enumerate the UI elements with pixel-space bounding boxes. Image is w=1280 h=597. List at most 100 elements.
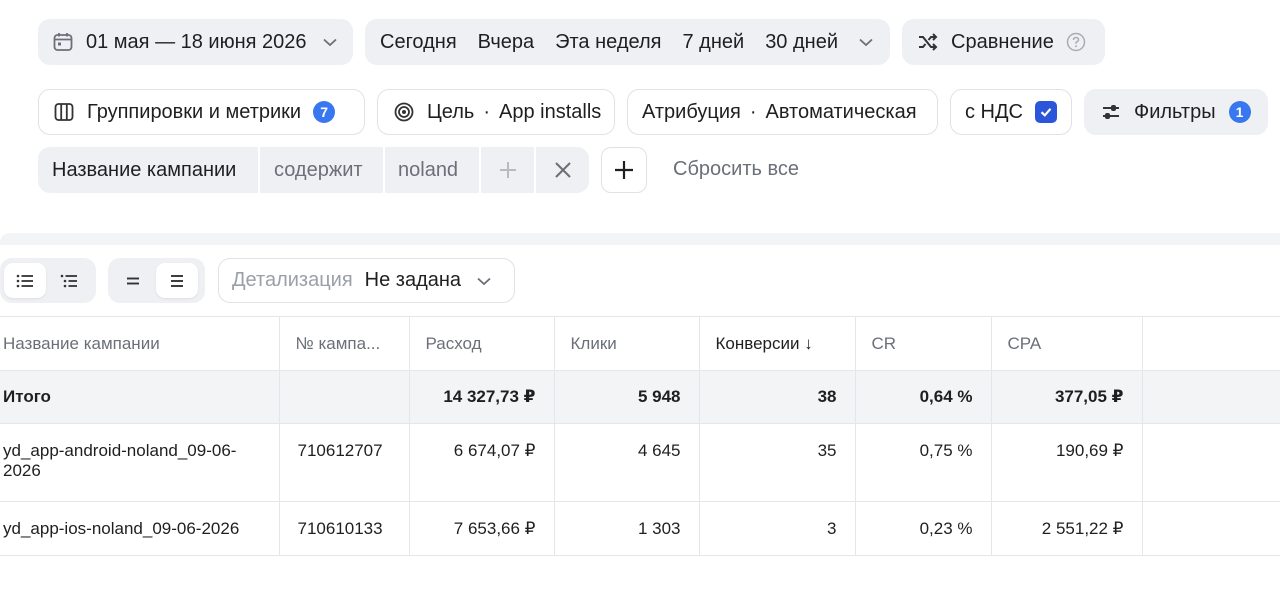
campaign-conversions: 35 — [699, 423, 856, 502]
campaign-cpa: 2 551,22 ₽ — [991, 501, 1143, 556]
vat-label: с НДС — [965, 100, 1023, 123]
plus-icon — [498, 160, 518, 180]
chevron-down-icon — [475, 272, 493, 290]
total-label: Итого — [0, 370, 280, 424]
campaign-id: 710612707 — [279, 423, 410, 502]
table-header-row: Название кампании № кампа... Расход Клик… — [0, 316, 1280, 371]
campaign-name: yd_app-android-noland_09-06-2026 — [0, 423, 280, 502]
compare-button[interactable]: Сравнение — [902, 19, 1105, 65]
chevron-down-icon[interactable] — [857, 33, 875, 51]
campaign-name: yd_app-ios-noland_09-06-2026 — [0, 501, 280, 556]
column-header-spend[interactable]: Расход — [409, 316, 555, 371]
target-icon — [393, 101, 415, 123]
column-header-campaign-name[interactable]: Название кампании — [0, 316, 280, 371]
grouping-count-badge: 7 — [313, 101, 336, 123]
compare-label: Сравнение — [951, 30, 1054, 53]
filter-operator[interactable]: содержит — [260, 147, 383, 193]
table-row[interactable]: yd_app-ios-noland_09-06-2026 710610133 7… — [0, 501, 1280, 556]
filters-button[interactable]: Фильтры 1 — [1084, 89, 1268, 135]
view-mode-toggle — [0, 258, 96, 303]
goal-label: Цель — [427, 100, 475, 123]
filter-field-label: Название кампании — [52, 158, 237, 181]
vat-checkbox[interactable] — [1035, 101, 1057, 123]
filter-remove-button[interactable] — [536, 147, 589, 193]
list-icon — [15, 271, 35, 291]
total-row: Итого 14 327,73 ₽ 5 948 38 0,64 % 377,05… — [0, 370, 1280, 424]
column-header-empty — [1142, 316, 1280, 371]
column-header-conversions[interactable]: Конверсии ↓ — [699, 316, 856, 371]
column-header-cr[interactable]: CR — [855, 316, 992, 371]
campaign-spend: 6 674,07 ₽ — [409, 423, 555, 502]
compact-rows-icon — [123, 271, 143, 291]
help-icon[interactable] — [1066, 32, 1086, 52]
filter-field[interactable]: Название кампании — [38, 147, 258, 193]
column-header-clicks[interactable]: Клики — [554, 316, 700, 371]
columns-icon — [53, 101, 75, 123]
shuffle-icon — [917, 31, 939, 53]
campaign-cr: 0,23 % — [855, 501, 992, 556]
filter-operator-label: содержит — [274, 158, 363, 181]
total-clicks: 5 948 — [554, 370, 700, 424]
comfortable-rows-icon — [167, 271, 187, 291]
attribution-selector[interactable]: Атрибуция · Автоматическая — [627, 89, 938, 135]
total-conversions: 38 — [699, 370, 856, 424]
campaign-id: 710610133 — [279, 501, 410, 556]
campaign-clicks: 4 645 — [554, 423, 700, 502]
row-empty — [1142, 423, 1280, 502]
grouping-label: Группировки и метрики — [87, 100, 302, 123]
checkmark-icon — [1040, 108, 1052, 117]
period-this-week[interactable]: Эта неделя — [555, 31, 661, 54]
period-yesterday[interactable]: Вчера — [478, 31, 534, 54]
total-spend: 14 327,73 ₽ — [409, 370, 555, 424]
campaign-table: Название кампании № кампа... Расход Клик… — [0, 316, 1280, 556]
filter-value[interactable]: noland — [385, 147, 479, 193]
row-empty — [1142, 501, 1280, 556]
detail-label: Детализация — [232, 269, 353, 291]
calendar-icon — [52, 31, 74, 53]
detail-value: Не задана — [364, 269, 462, 291]
separator-dot: · — [483, 100, 491, 123]
goal-value: App installs — [499, 100, 602, 123]
grouping-metrics-button[interactable]: Группировки и метрики 7 — [38, 89, 365, 135]
total-empty — [1142, 370, 1280, 424]
date-range-picker[interactable]: 01 мая — 18 июня 2026 — [38, 19, 353, 65]
chevron-down-icon — [321, 33, 339, 51]
nested-list-icon — [59, 271, 79, 291]
add-filter-button[interactable] — [601, 147, 647, 193]
filters-count-badge: 1 — [1228, 101, 1251, 123]
period-30-days[interactable]: 30 дней — [765, 31, 838, 54]
vat-toggle[interactable]: с НДС — [950, 89, 1072, 135]
comfortable-density-button[interactable] — [156, 263, 198, 298]
row-density-toggle — [108, 258, 205, 303]
close-icon — [554, 161, 572, 179]
column-header-cpa[interactable]: CPA — [991, 316, 1143, 371]
detail-selector[interactable]: Детализация Не задана — [218, 258, 515, 303]
attribution-value: Автоматическая — [765, 100, 917, 123]
section-divider — [0, 233, 1280, 245]
separator-dot: · — [749, 100, 757, 123]
flat-list-view-button[interactable] — [4, 263, 46, 298]
period-today[interactable]: Сегодня — [380, 31, 457, 54]
attribution-label: Атрибуция — [642, 100, 741, 123]
goal-selector[interactable]: Цель · App installs — [377, 89, 615, 135]
filters-label: Фильтры — [1134, 100, 1216, 123]
tree-view-button[interactable] — [48, 263, 90, 298]
campaign-spend: 7 653,66 ₽ — [409, 501, 555, 556]
period-selector: Сегодня Вчера Эта неделя 7 дней 30 дней — [365, 19, 890, 65]
table-row[interactable]: yd_app-android-noland_09-06-2026 7106127… — [0, 423, 1280, 502]
campaign-cpa: 190,69 ₽ — [991, 423, 1143, 502]
sliders-icon — [1100, 101, 1122, 123]
column-header-campaign-id[interactable]: № кампа... — [279, 316, 410, 371]
total-cpa: 377,05 ₽ — [991, 370, 1143, 424]
filter-add-value-button[interactable] — [481, 147, 534, 193]
period-7-days[interactable]: 7 дней — [682, 31, 744, 54]
compact-density-button[interactable] — [112, 263, 154, 298]
date-range-label: 01 мая — 18 июня 2026 — [86, 30, 307, 53]
total-id — [279, 370, 410, 424]
filter-value-label: noland — [398, 158, 459, 181]
reset-all-link[interactable]: Сбросить все — [673, 158, 799, 181]
plus-icon — [613, 159, 635, 181]
campaign-cr: 0,75 % — [855, 423, 992, 502]
campaign-clicks: 1 303 — [554, 501, 700, 556]
total-cr: 0,64 % — [855, 370, 992, 424]
